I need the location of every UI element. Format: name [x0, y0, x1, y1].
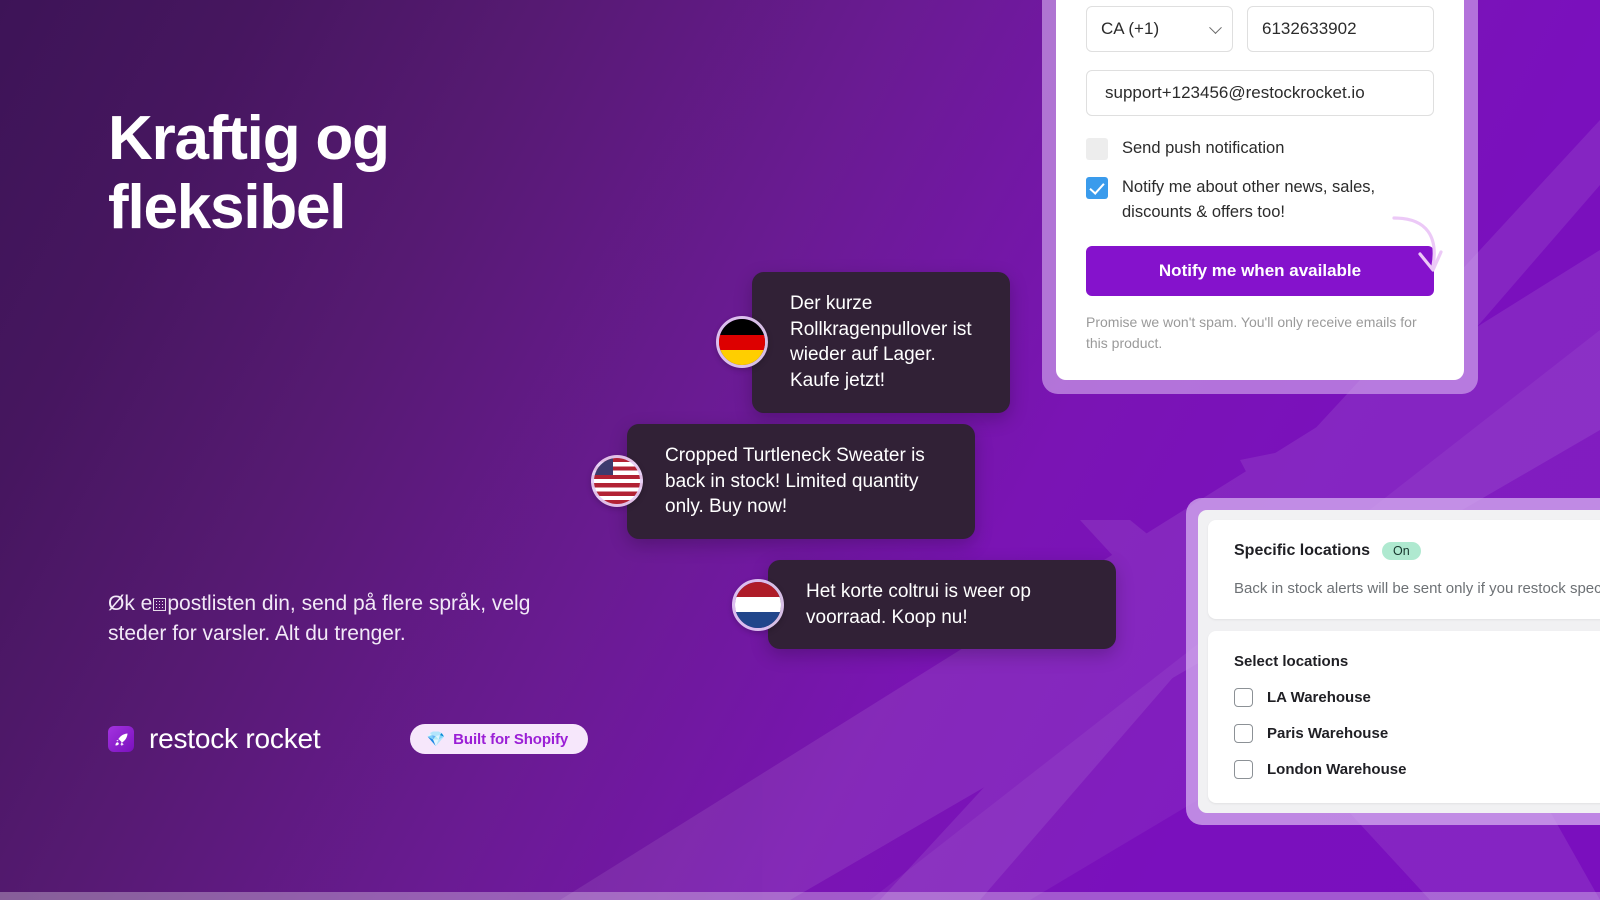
chevron-down-icon	[1209, 21, 1222, 35]
specific-locations-title: Specific locations	[1234, 542, 1371, 559]
push-notification-label: Send push notification	[1122, 139, 1285, 158]
location-checkbox[interactable]	[1234, 760, 1253, 779]
built-for-shopify-label: Built for Shopify	[453, 730, 569, 748]
back-in-stock-signup-card: address below! Knit Wrap-front Cardigan …	[1042, 0, 1478, 395]
push-notification-checkbox[interactable]	[1086, 138, 1108, 161]
brand-footer: restock rocket 💎 Built for Shopify	[108, 723, 589, 755]
status-badge: On	[1382, 542, 1421, 560]
specific-locations-card: Specific locations On Back in stock aler…	[1186, 498, 1600, 825]
specific-locations-panel: Specific locations On Back in stock aler…	[1208, 520, 1600, 619]
phone-field-row: CA (+1) 6132633902	[1086, 6, 1434, 53]
list-item[interactable]: Paris Warehouse	[1234, 724, 1600, 743]
location-label: Paris Warehouse	[1267, 725, 1389, 742]
hero-subtitle: Øk e postlisten din, send på flere språk,…	[108, 589, 578, 650]
specific-locations-header: Specific locations On	[1234, 542, 1600, 560]
push-notification-checkbox-row[interactable]: Send push notification	[1086, 138, 1434, 161]
email-input[interactable]: support+123456@restockrocket.io	[1086, 70, 1434, 117]
select-locations-title: Select locations	[1234, 653, 1349, 670]
marketing-optin-checkbox-row[interactable]: Notify me about other news, sales, disco…	[1086, 176, 1434, 225]
gem-icon: 💎	[426, 730, 446, 748]
rocket-icon	[108, 726, 134, 752]
flag-germany-icon	[716, 316, 768, 369]
brand-name: restock rocket	[149, 723, 321, 754]
marketing-optin-label: Notify me about other news, sales, disco…	[1122, 177, 1376, 221]
notification-message: Het korte coltrui is weer op voorraad. K…	[768, 560, 1116, 650]
phone-input[interactable]: 6132633902	[1247, 6, 1434, 53]
hero-subtitle-before: Øk e	[108, 592, 153, 615]
country-code-select[interactable]: CA (+1)	[1086, 6, 1233, 53]
built-for-shopify-badge[interactable]: 💎 Built for Shopify	[410, 724, 589, 754]
page-title: Kraftig og fleksibel	[108, 104, 390, 243]
select-locations-panel: Select locations LA Warehouse Paris Ware…	[1208, 631, 1600, 803]
location-label: London Warehouse	[1267, 761, 1407, 778]
location-checkbox[interactable]	[1234, 688, 1253, 707]
location-label: LA Warehouse	[1267, 689, 1371, 706]
flag-netherlands-icon	[732, 578, 784, 631]
location-checkbox[interactable]	[1234, 724, 1253, 743]
promo-hero-screenshot: Kraftig og fleksibel Øk e postlisten din,…	[0, 0, 1600, 900]
notification-toast: Der kurze Rollkragenpullover ist wieder …	[716, 272, 1010, 413]
spam-promise-text: Promise we won't spam. You'll only recei…	[1086, 314, 1417, 352]
hero-subtitle-after: postlisten din, send på flere språk, vel…	[108, 592, 531, 646]
notification-message: Cropped Turtleneck Sweater is back in st…	[627, 424, 975, 539]
missing-glyph-icon	[153, 598, 167, 611]
notification-toast: Het korte coltrui is weer op voorraad. K…	[732, 560, 1116, 650]
notification-message: Der kurze Rollkragenpullover ist wieder …	[752, 272, 1010, 413]
specific-locations-description: Back in stock alerts will be sent only i…	[1234, 580, 1600, 597]
notification-toast: Cropped Turtleneck Sweater is back in st…	[591, 424, 975, 539]
list-item[interactable]: LA Warehouse	[1234, 688, 1600, 707]
marketing-optin-checkbox[interactable]	[1086, 176, 1108, 199]
list-item[interactable]: London Warehouse	[1234, 760, 1600, 779]
notify-me-button[interactable]: Notify me when available	[1086, 246, 1434, 297]
country-code-value: CA (+1)	[1101, 19, 1160, 39]
